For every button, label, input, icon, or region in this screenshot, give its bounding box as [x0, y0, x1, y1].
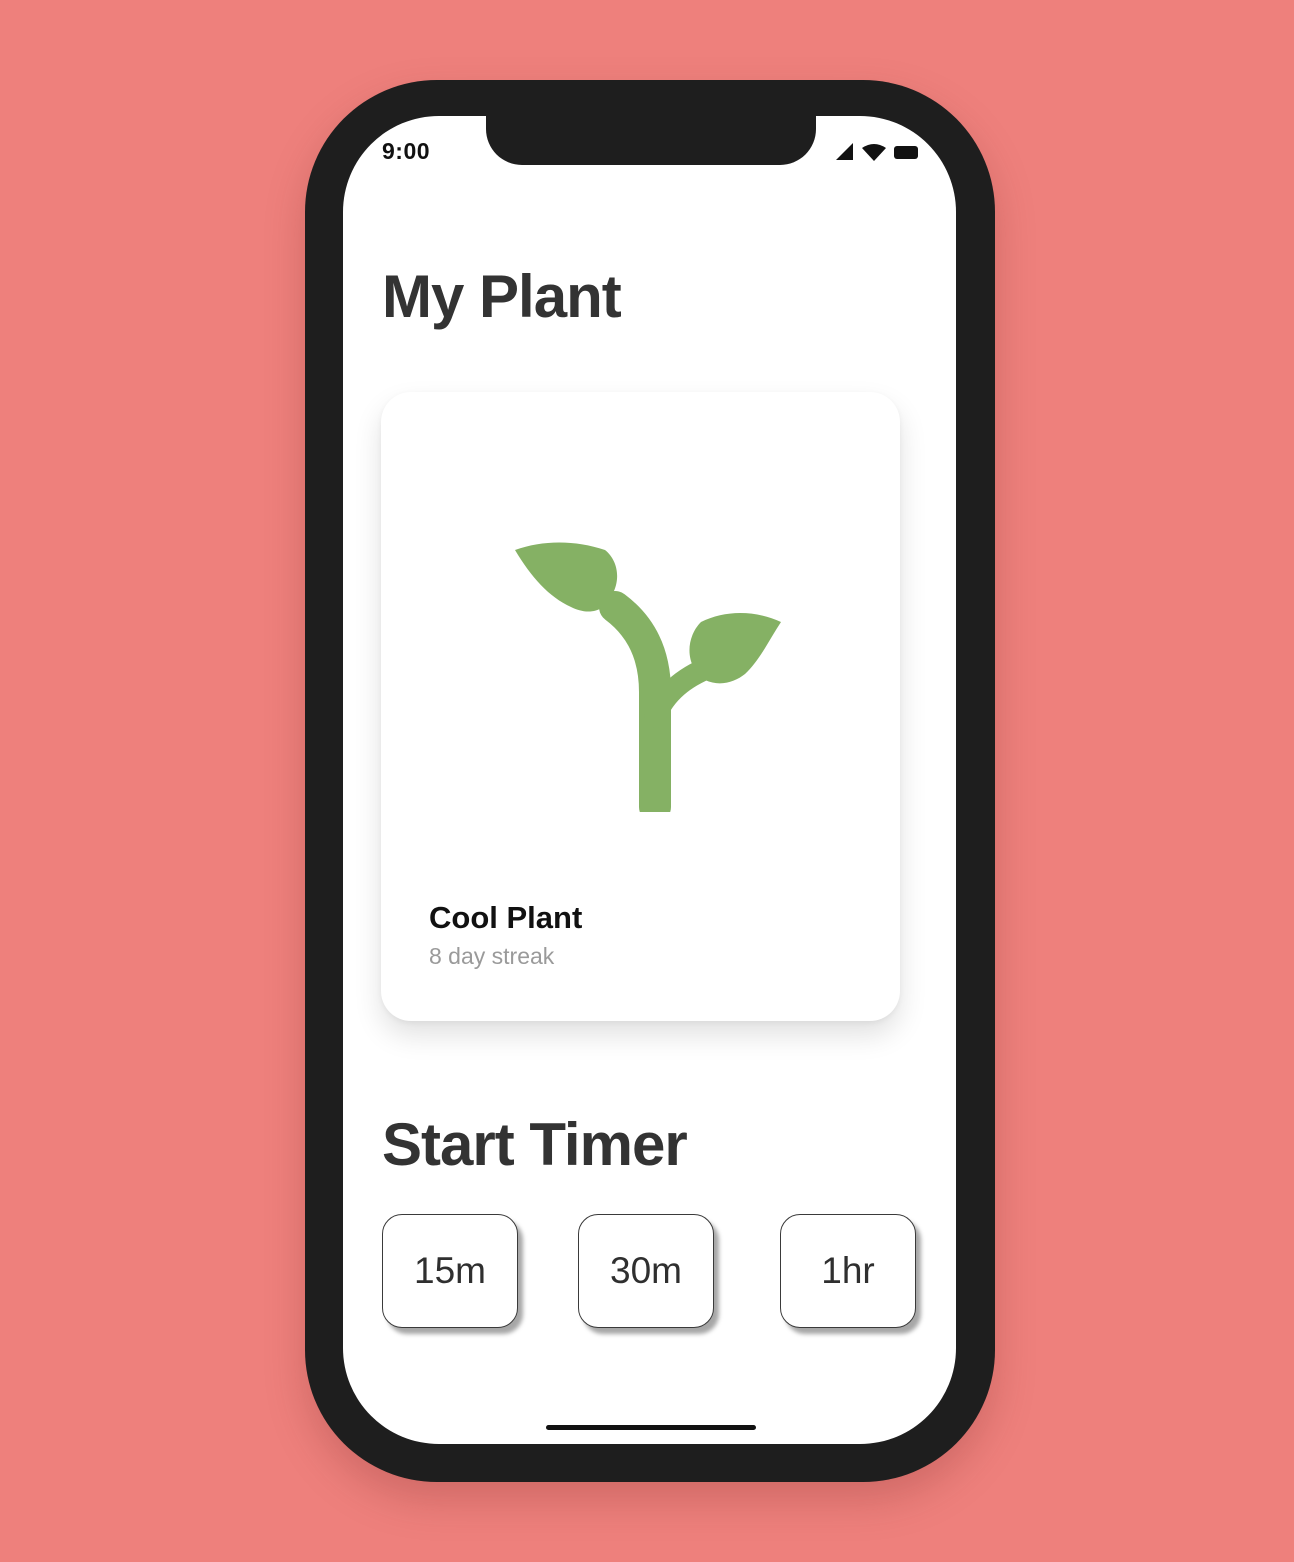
plant-card[interactable]: Cool Plant 8 day streak	[381, 392, 900, 1021]
status-icons	[836, 143, 918, 161]
plant-name: Cool Plant	[429, 900, 583, 935]
battery-icon	[894, 146, 918, 159]
timer-15m-button[interactable]: 15m	[382, 1214, 518, 1328]
timer-30m-button[interactable]: 30m	[578, 1214, 714, 1328]
home-indicator[interactable]	[546, 1425, 756, 1430]
wifi-icon	[862, 144, 886, 161]
notch	[486, 100, 816, 165]
timer-1hr-button[interactable]: 1hr	[780, 1214, 916, 1328]
timer-section-title: Start Timer	[382, 1111, 688, 1178]
page-title: My Plant	[382, 263, 622, 330]
status-time: 9:00	[382, 138, 431, 164]
signal-icon	[836, 143, 853, 160]
seedling-icon	[515, 542, 781, 812]
plant-streak: 8 day streak	[429, 943, 555, 969]
